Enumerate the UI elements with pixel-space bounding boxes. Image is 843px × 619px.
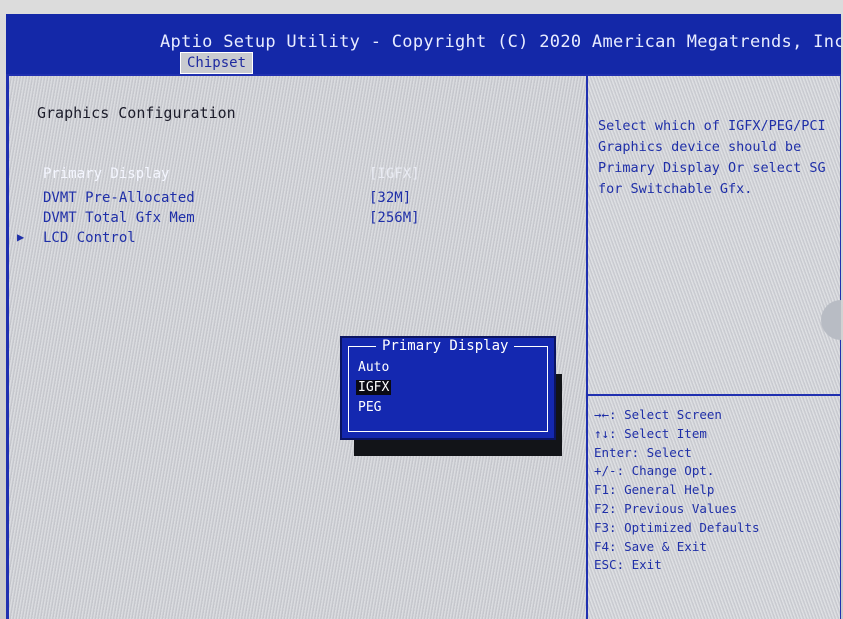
help-description: Select which of IGFX/PEG/PCI Graphics de… [598,118,826,197]
menu-item-dvmt-pre-allocated[interactable]: DVMT Pre-Allocated [43,190,195,206]
popup-option-igfx[interactable]: IGFX [356,380,392,395]
key-hint: +/-: Change Opt. [594,463,715,479]
bios-screen: Aptio Setup Utility - Copyright (C) 2020… [6,14,841,619]
key-hint: Enter: Select [594,444,692,460]
title-bar: Aptio Setup Utility - Copyright (C) 2020… [6,14,841,74]
help-divider [588,394,840,396]
submenu-arrow-icon: ▶ [17,230,25,244]
menu-item-label: Primary Display [43,166,170,182]
key-hint: F2: Previous Values [594,500,737,516]
primary-display-popup: Primary Display Auto IGFX PEG [340,336,556,440]
key-hint: F4: Save & Exit [594,538,707,554]
menu-item-primary-display[interactable]: Primary Display [43,166,169,182]
key-hint: F3: Optimized Defaults [594,519,760,535]
popup-title: Primary Display [376,338,515,354]
app-title: Aptio Setup Utility - Copyright (C) 2020… [160,32,841,52]
menu-value-dvmt-pre-allocated: [32M] [369,190,412,206]
tab-chipset[interactable]: Chipset [180,52,254,74]
menu-item-lcd-control[interactable]: ▶ LCD Control [17,230,136,246]
popup-option-auto[interactable]: Auto [356,360,391,375]
popup-option-peg[interactable]: PEG [356,400,383,415]
menu-value-primary-display: [IGFX] [369,166,420,182]
key-legend: →←: Select Screen ↑↓: Select Item Enter:… [594,406,834,575]
menu-item-dvmt-total-gfx-mem[interactable]: DVMT Total Gfx Mem [43,210,195,226]
menu-value-dvmt-total-gfx-mem: [256M] [369,210,420,226]
key-hint: ↑↓: Select Item [594,425,707,441]
key-hint: →←: Select Screen [594,407,722,422]
menu-item-label: LCD Control [43,230,136,246]
key-hint: ESC: Exit [594,557,662,573]
menu-item-label: DVMT Total Gfx Mem [43,210,195,226]
help-panel: Select which of IGFX/PEG/PCI Graphics de… [586,74,841,619]
menu-item-label: DVMT Pre-Allocated [43,190,195,206]
key-hint: F1: General Help [594,482,715,498]
section-title: Graphics Configuration [37,104,236,122]
